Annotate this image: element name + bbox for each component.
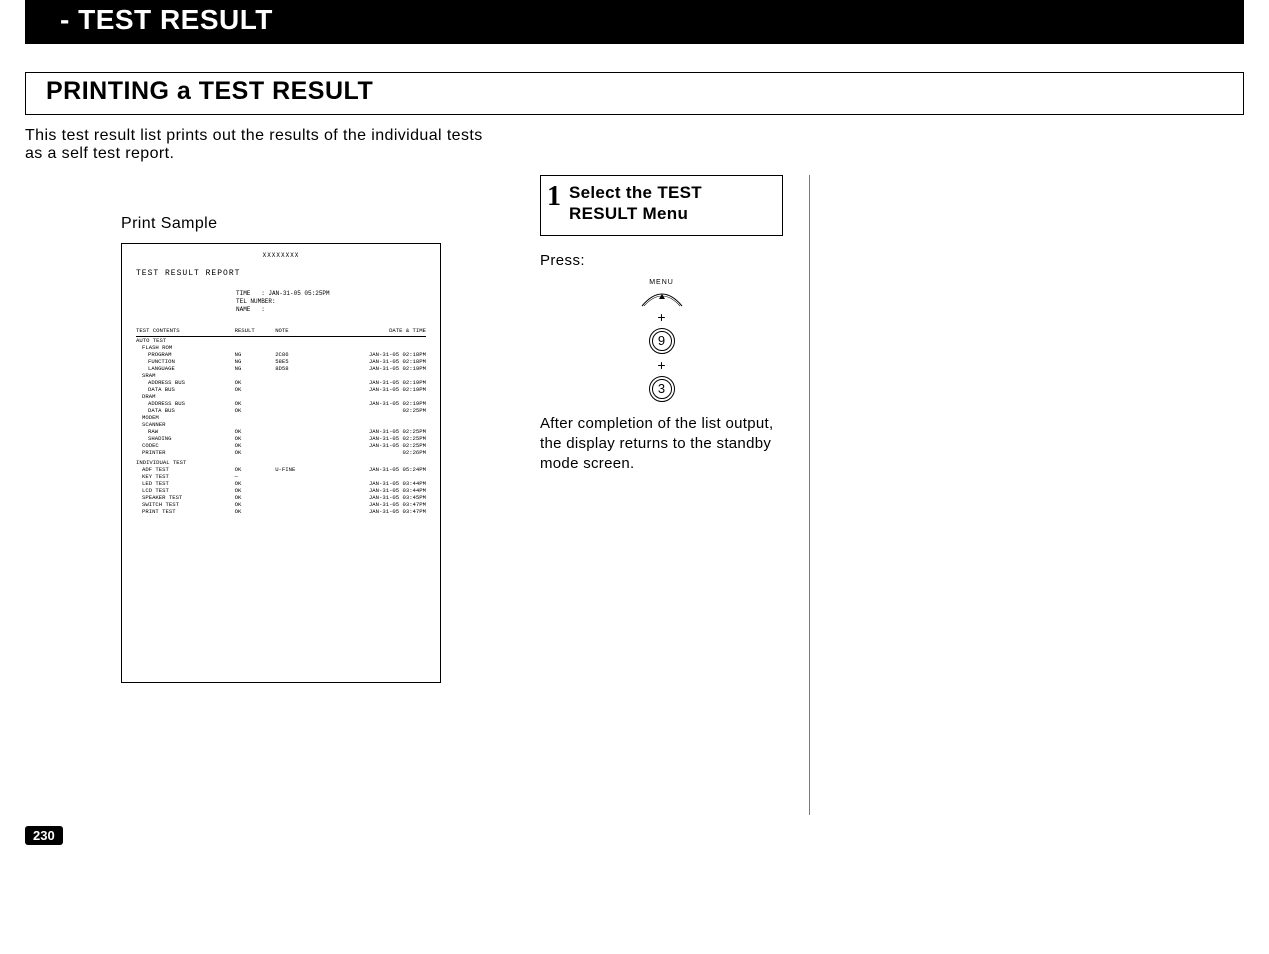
table-row: SPEAKER TESTOKJAN-31-05 03:45PM (136, 494, 426, 501)
menu-key-icon (639, 288, 685, 306)
table-row: LANGUAGENG8D58JAN-31-05 02:19PM (136, 365, 426, 372)
step-title: Select the TEST RESULT Menu (569, 182, 772, 225)
meta-name-value: : (261, 306, 265, 313)
table-row: MODEM (136, 414, 426, 421)
table-row: PROGRAMNG2C86JAN-31-05 02:18PM (136, 351, 426, 358)
table-row: PRINTEROK02:26PM (136, 449, 426, 456)
intro-text: This test result list prints out the res… (25, 127, 495, 163)
table-row: SHADINGOKJAN-31-05 02:25PM (136, 435, 426, 442)
meta-time-value: : JAN-31-05 05:25PM (261, 290, 329, 297)
press-label: Press: (540, 252, 783, 269)
plus-icon: + (540, 310, 783, 324)
keypress-diagram: MENU + 9 + 3 (540, 279, 783, 402)
meta-time-label: TIME (236, 290, 250, 297)
sheet-header-mark: XXXXXXXX (136, 252, 426, 259)
table-row: ADDRESS BUSOKJAN-31-05 02:19PM (136, 379, 426, 386)
table-row: LCD TESTOKJAN-31-05 03:44PM (136, 487, 426, 494)
sheet-table: TEST CONTENTS RESULT NOTE DATE & TIME AU… (136, 327, 426, 515)
page-number: 230 (25, 826, 63, 845)
plus-icon: + (540, 358, 783, 372)
table-row: DATA BUSOK02:25PM (136, 407, 426, 414)
table-row: ADF TESTOKU-FINEJAN-31-05 05:24PM (136, 466, 426, 473)
table-row: KEY TEST— (136, 473, 426, 480)
chapter-banner: - TEST RESULT (25, 0, 1244, 44)
col-datetime: DATE & TIME (327, 327, 426, 337)
section-title: PRINTING a TEST RESULT (25, 72, 1244, 115)
table-row: SRAM (136, 372, 426, 379)
after-completion-text: After completion of the list output, the… (540, 414, 783, 475)
table-row: AUTO TEST (136, 337, 426, 344)
table-row: SWITCH TESTOKJAN-31-05 03:47PM (136, 501, 426, 508)
meta-name-label: NAME (236, 306, 250, 313)
table-row: FUNCTIONNG58E5JAN-31-05 02:18PM (136, 358, 426, 365)
col-note: NOTE (275, 327, 327, 337)
table-row: CODECOKJAN-31-05 02:25PM (136, 442, 426, 449)
table-row: ADDRESS BUSOKJAN-31-05 02:19PM (136, 400, 426, 407)
table-row: RAWOKJAN-31-05 02:25PM (136, 428, 426, 435)
step-1-box: 1 Select the TEST RESULT Menu (540, 175, 783, 236)
sheet-meta: TIME : JAN-31-05 05:25PM TEL NUMBER: NAM… (236, 290, 426, 313)
table-row: FLASH ROM (136, 344, 426, 351)
meta-tel-label: TEL NUMBER: (236, 298, 426, 306)
table-row: SCANNER (136, 421, 426, 428)
key-9-icon: 9 (649, 328, 675, 354)
step-number: 1 (547, 184, 561, 209)
col-result: RESULT (235, 327, 276, 337)
table-row: INDIVIDUAL TEST (136, 456, 426, 466)
table-row: LED TESTOKJAN-31-05 03:44PM (136, 480, 426, 487)
print-sample-heading: Print Sample (121, 215, 520, 233)
col-test-contents: TEST CONTENTS (136, 327, 235, 337)
sample-printout: XXXXXXXX TEST RESULT REPORT TIME : JAN-3… (121, 243, 441, 683)
key-3-icon: 3 (649, 376, 675, 402)
table-row: DRAM (136, 393, 426, 400)
sheet-title: TEST RESULT REPORT (136, 269, 426, 278)
table-row: DATA BUSOKJAN-31-05 02:19PM (136, 386, 426, 393)
table-row: PRINT TESTOKJAN-31-05 03:47PM (136, 508, 426, 515)
menu-key-label: MENU (540, 279, 783, 286)
